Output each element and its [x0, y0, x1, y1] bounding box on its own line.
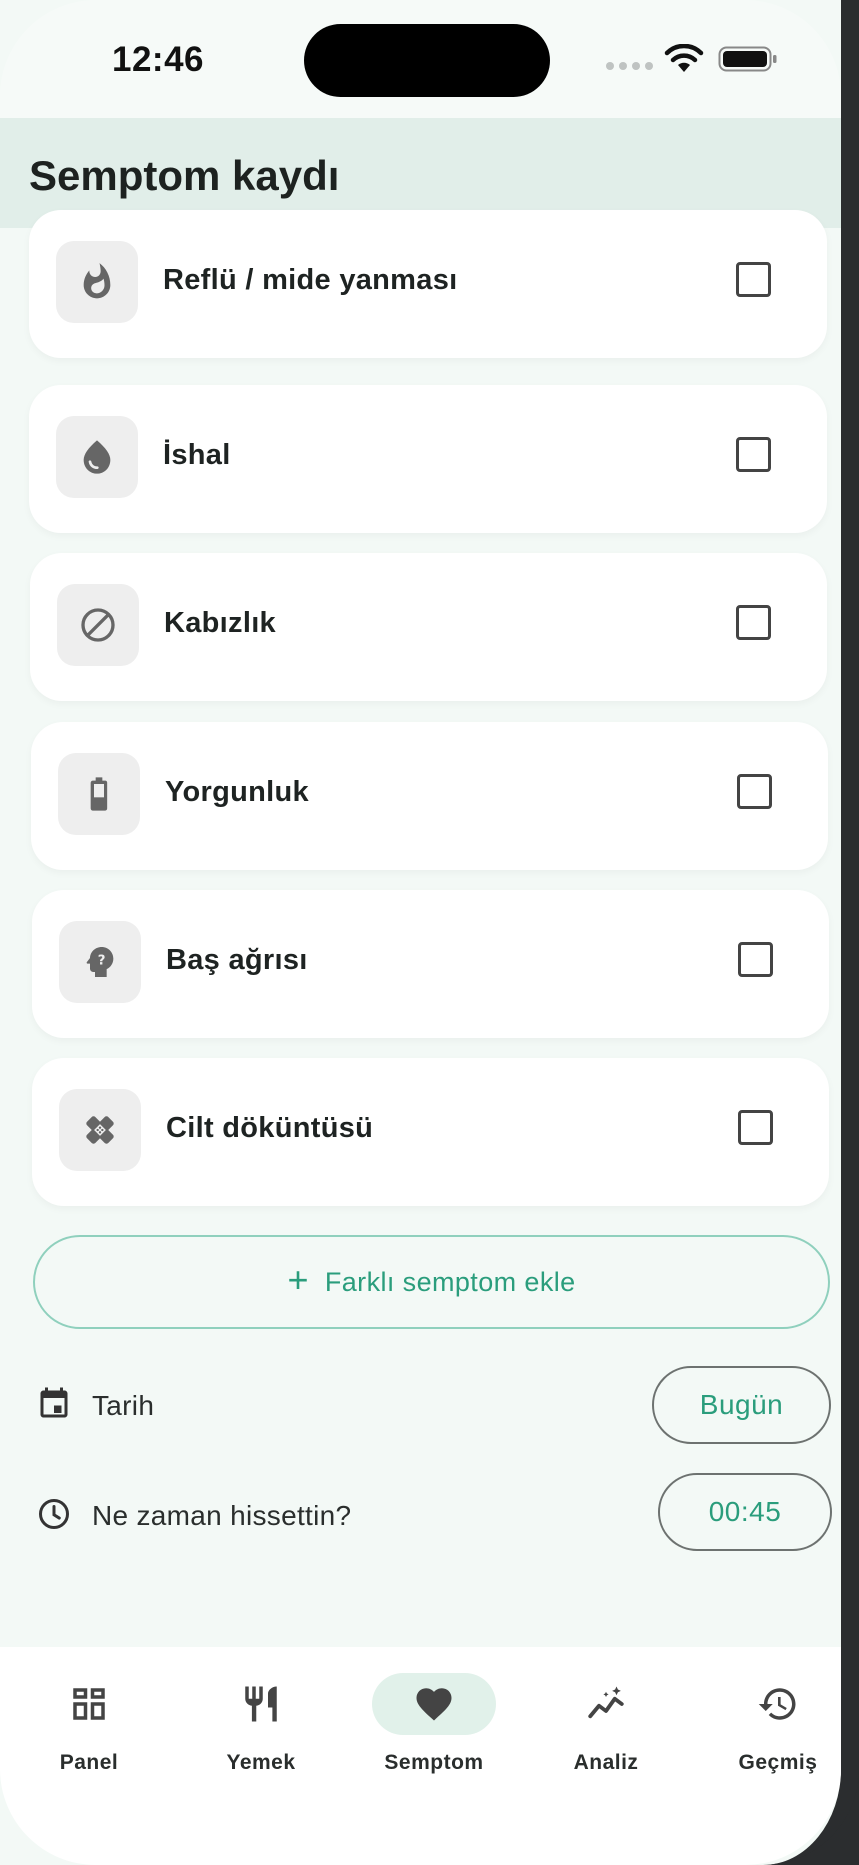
add-symptom-label: Farklı semptom ekle	[324, 1266, 576, 1297]
nav-label: Geçmiş	[738, 1751, 818, 1774]
symptom-checkbox[interactable]	[738, 1110, 773, 1145]
app-screen: 12:46 Semptom kaydı Reflü / mide yanması	[0, 0, 841, 1865]
history-icon	[716, 1673, 840, 1735]
symptom-card-fatigue[interactable]: Yorgunluk	[31, 722, 828, 870]
symptom-checkbox[interactable]	[737, 774, 772, 809]
symptom-label: İshal	[163, 439, 231, 471]
page-title: Semptom kaydı	[29, 152, 340, 199]
clock-icon	[39, 1499, 69, 1529]
wifi-icon	[664, 44, 704, 72]
symptom-label: Yorgunluk	[165, 776, 309, 808]
signal-icon	[606, 62, 653, 70]
plus-icon: +	[287, 1259, 309, 1300]
time-row: Ne zaman hissettin? 00:45	[0, 1473, 841, 1556]
symptom-checkbox[interactable]	[736, 262, 771, 297]
date-label: Tarih	[92, 1390, 155, 1421]
symptom-label: Cilt döküntüsü	[166, 1112, 374, 1144]
symptom-card-rash[interactable]: Cilt döküntüsü	[32, 1058, 829, 1206]
nav-label: Analiz	[573, 1751, 639, 1774]
drop-icon	[56, 416, 138, 498]
status-bar: 12:46	[0, 0, 841, 118]
nav-item-gecmis[interactable]: Geçmiş	[703, 1673, 841, 1775]
nav-item-yemek[interactable]: Yemek	[186, 1673, 336, 1775]
calendar-icon	[40, 1387, 68, 1418]
battery-icon	[718, 46, 777, 72]
flame-icon	[56, 241, 138, 323]
nav-item-semptom[interactable]: Semptom	[359, 1673, 509, 1775]
time-picker-button[interactable]: 00:45	[658, 1473, 832, 1551]
svg-text:?: ?	[98, 954, 106, 969]
nav-item-panel[interactable]: Panel	[14, 1673, 164, 1775]
battery-low-icon	[58, 753, 140, 835]
sparkle-chart-icon	[544, 1673, 668, 1735]
nav-label: Semptom	[384, 1751, 484, 1774]
symptom-label: Reflü / mide yanması	[163, 264, 458, 296]
symptom-card-constipation[interactable]: Kabızlık	[30, 553, 827, 701]
phone-frame: 12:46 Semptom kaydı Reflü / mide yanması	[0, 0, 859, 1865]
dynamic-island	[304, 24, 550, 97]
symptom-checkbox[interactable]	[738, 942, 773, 977]
symptom-card-headache[interactable]: ? Baş ağrısı	[32, 890, 829, 1038]
nav-item-analiz[interactable]: Analiz	[531, 1673, 681, 1775]
time-label: Ne zaman hissettin?	[92, 1500, 352, 1531]
bottom-nav: Panel Yemek Semptom Analiz Geçmiş	[0, 1647, 841, 1865]
head-question-icon: ?	[59, 921, 141, 1003]
symptom-label: Baş ağrısı	[166, 944, 308, 976]
symptom-card-diarrhea[interactable]: İshal	[29, 385, 827, 533]
block-icon	[57, 584, 139, 666]
bandage-icon	[59, 1089, 141, 1171]
date-picker-button[interactable]: Bugün	[652, 1366, 831, 1444]
add-symptom-button[interactable]: + Farklı semptom ekle	[33, 1235, 830, 1329]
symptom-checkbox[interactable]	[736, 437, 771, 472]
nav-label: Yemek	[226, 1751, 296, 1774]
date-row: Tarih Bugün	[0, 1366, 841, 1446]
restaurant-icon	[199, 1673, 323, 1735]
nav-label: Panel	[59, 1751, 119, 1774]
status-time: 12:46	[112, 40, 205, 79]
dashboard-icon	[27, 1673, 151, 1735]
symptom-label: Kabızlık	[164, 607, 276, 639]
heart-icon	[372, 1673, 496, 1735]
symptom-checkbox[interactable]	[736, 605, 771, 640]
symptom-card-reflux[interactable]: Reflü / mide yanması	[29, 210, 827, 358]
